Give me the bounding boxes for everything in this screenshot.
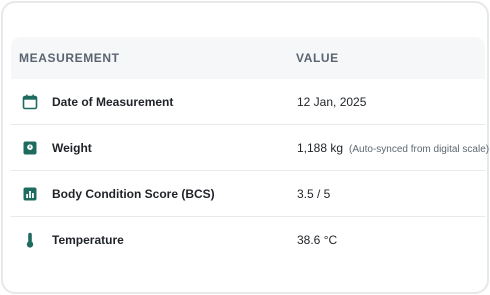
table-row: Temperature 38.6 °C [11, 217, 485, 263]
row-label: Date of Measurement [52, 94, 174, 109]
row-value: 38.6 °C [297, 233, 338, 247]
bar-chart-icon [21, 185, 39, 203]
row-value: 12 Jan, 2025 [297, 94, 367, 109]
table-row: Date of Measurement 12 Jan, 2025 [11, 79, 485, 125]
thermometer-icon [21, 231, 39, 249]
row-label: Weight [52, 140, 92, 155]
value-column-header: VALUE [296, 51, 339, 65]
measurement-column-header: MEASUREMENT [19, 51, 120, 65]
row-label: Temperature [52, 233, 124, 247]
measurements-card: MEASUREMENT VALUE Date of Measurement 12… [1, 1, 489, 294]
table-row: Weight 1,188 kg (Auto-synced from digital… [11, 125, 489, 171]
measurements-table: MEASUREMENT VALUE Date of Measurement 12… [11, 37, 489, 263]
scale-icon [21, 139, 39, 157]
calendar-icon [21, 93, 39, 111]
auto-sync-note: (Auto-synced from digital scale) [349, 143, 490, 155]
table-row: Body Condition Score (BCS) 3.5 / 5 [11, 171, 485, 217]
row-label: Body Condition Score (BCS) [52, 186, 215, 201]
row-value: 3.5 / 5 [297, 186, 331, 201]
row-value: 1,188 kg (Auto-synced from digital scale) [297, 140, 490, 155]
table-header: MEASUREMENT VALUE [11, 37, 485, 79]
